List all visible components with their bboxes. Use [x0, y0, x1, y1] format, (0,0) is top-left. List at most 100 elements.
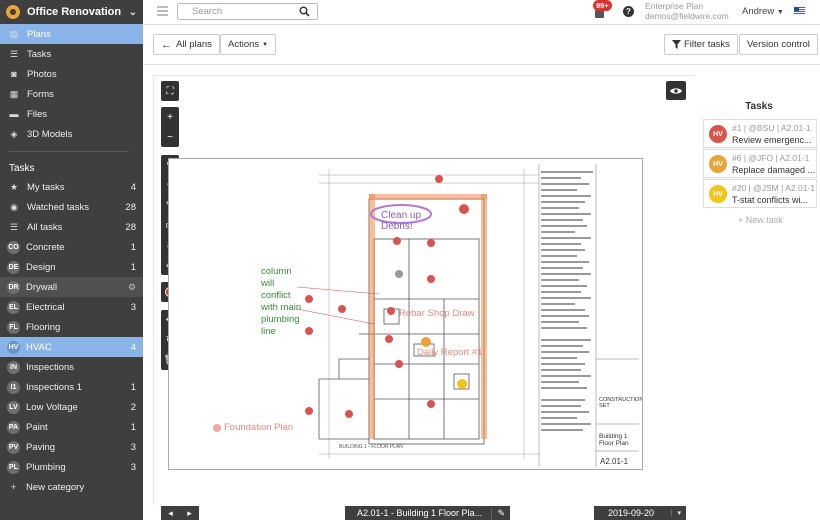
column-conflict-markup[interactable]: column will conflict with main plumbing line [261, 266, 301, 338]
category-electrical[interactable]: EL Electrical 3 [0, 297, 143, 317]
nav-item-tasks[interactable]: ☰ Tasks [0, 44, 143, 64]
filter-count: 4 [130, 181, 136, 193]
fullscreen-icon[interactable]: ⛶ [161, 81, 179, 101]
actions-button[interactable]: Actions ▼ [220, 34, 277, 55]
category-paving[interactable]: PV Paving 3 [0, 437, 143, 457]
version-control-label: Version control [747, 39, 810, 50]
nav-item-plans[interactable]: ▤ Plans [0, 24, 143, 44]
caret-down-icon: ▼ [262, 41, 269, 48]
sheet-selector[interactable]: A2.01-1 - Building 1 Floor Pla... ✎ [345, 506, 510, 520]
category-paint[interactable]: PA Paint 1 [0, 417, 143, 437]
plan-name: Enterprise Plan [645, 1, 704, 11]
plan-info: Enterprise Plan demos@fieldwire.com [645, 1, 729, 21]
category-badge: HV [7, 340, 20, 354]
arrow-left-icon: ← [161, 38, 172, 51]
project-selector[interactable]: Office Renovation ⌄ [0, 0, 143, 24]
category-plumbing[interactable]: PL Plumbing 3 [0, 457, 143, 477]
category-badge: IN [7, 360, 20, 374]
category-count: 2 [130, 401, 136, 413]
task-card[interactable]: HV #20 | @JSM | A2.01-1 T-stat conflicts w… [703, 179, 817, 208]
user-email: demos@fieldwire.com [645, 11, 729, 21]
all-plans-label: All plans [176, 39, 212, 50]
gear-icon[interactable]: ⚙ [128, 282, 136, 293]
category-count: 1 [130, 381, 136, 393]
new-category-button[interactable]: + New category [0, 477, 143, 497]
pencil-icon[interactable]: ✎ [491, 507, 505, 519]
notification-count: 99+ [593, 0, 612, 11]
cube-icon: ◈ [10, 128, 18, 139]
task-pin-icon: HV [709, 155, 727, 173]
search-input[interactable]: Search [177, 3, 318, 20]
task-card[interactable]: HV #6 | @JFO | A2.01-1 Replace damaged ... [703, 149, 817, 178]
category-label: Electrical [26, 301, 65, 313]
help-icon[interactable]: ? [623, 6, 634, 17]
task-name: Review emergenc... [732, 135, 812, 145]
category-design[interactable]: DE Design 1 [0, 257, 143, 277]
category-badge: PL [7, 460, 20, 474]
column-note-line: plumbing [261, 314, 300, 325]
previous-sheet-icon[interactable]: ◂ [168, 508, 173, 519]
foundation-plan-text: Foundation Plan [224, 422, 294, 433]
daily-report-link-markup[interactable]: Daily Report #1 [417, 347, 482, 358]
version-control-button[interactable]: Version control [739, 34, 818, 55]
category-flooring[interactable]: FL Flooring [0, 317, 143, 337]
search-icon[interactable] [299, 6, 310, 17]
zoom-out-icon[interactable]: − [161, 127, 179, 147]
nav-item-forms[interactable]: ▦ Forms [0, 84, 143, 104]
sidebar: Office Renovation ⌄ ▤ Plans ☰ Tasks ◙ Photos ▦… [0, 0, 143, 520]
new-task-button[interactable]: + New task [738, 215, 783, 225]
filter-all-tasks[interactable]: ☰ All tasks 28 [0, 217, 143, 237]
hamburger-icon[interactable] [157, 6, 168, 16]
user-menu[interactable]: Andrew ▼ [742, 6, 784, 17]
plans-icon: ▤ [9, 28, 19, 39]
us-flag-icon[interactable] [794, 7, 805, 15]
category-low-voltage[interactable]: LV Low Voltage 2 [0, 397, 143, 417]
actions-label: Actions [228, 39, 260, 50]
sheet-selector-label: A2.01-1 - Building 1 Floor Pla... [357, 508, 483, 518]
column-note-line: with main [261, 302, 302, 313]
all-plans-button[interactable]: ← All plans [153, 34, 220, 55]
category-badge: I1 [7, 380, 20, 394]
sidebar-divider [9, 151, 129, 152]
new-category-label: New category [26, 481, 85, 493]
zoom-in-icon[interactable]: + [161, 107, 179, 127]
rebar-link-markup[interactable]: Rebar Shop Draw [399, 308, 475, 319]
clean-up-markup[interactable]: Clean up Debris! [381, 210, 421, 232]
sheet-title-label: Building 1 Floor Plan [599, 433, 629, 447]
eye-icon [670, 87, 682, 94]
filter-my-tasks[interactable]: ★ My tasks 4 [0, 177, 143, 197]
task-card[interactable]: HV #1 | @BSU | A2.01-1 Review emergenc... [703, 119, 817, 148]
category-drywall[interactable]: DR Drywall ⚙ [0, 277, 143, 297]
rebar-link-text: Rebar Shop Draw [399, 308, 475, 319]
category-badge: CO [7, 240, 20, 254]
filter-watched-tasks[interactable]: ◉ Watched tasks 28 [0, 197, 143, 217]
filter-tasks-button[interactable]: Filter tasks [664, 34, 738, 55]
foundation-plan-link[interactable]: Foundation Plan [224, 422, 293, 433]
category-label: Drywall [26, 281, 58, 293]
caret-down-icon[interactable]: ▾ [671, 509, 681, 517]
plan-sheet[interactable]: Clean up Debris! column will conflict with … [168, 158, 643, 470]
category-inspections[interactable]: IN Inspections [0, 357, 143, 377]
nav-item-label: Plans [27, 28, 51, 40]
category-inspections-1[interactable]: I1 Inspections 1 1 [0, 377, 143, 397]
column-note-line: line [261, 326, 276, 337]
filter-label: Watched tasks [27, 201, 89, 213]
visibility-toggle-button[interactable] [666, 81, 686, 100]
filter-count: 28 [125, 201, 136, 213]
nav-item-3d-models[interactable]: ◈ 3D Models [0, 124, 143, 144]
category-concrete[interactable]: CO Concrete 1 [0, 237, 143, 257]
category-badge: PV [7, 440, 20, 454]
category-label: HVAC [26, 341, 52, 353]
category-label: Flooring [26, 321, 61, 333]
chevron-down-icon[interactable]: ⌄ [129, 7, 137, 18]
category-label: Paint [26, 421, 48, 433]
nav-item-photos[interactable]: ◙ Photos [0, 64, 143, 84]
nav-item-files[interactable]: ▬ Files [0, 104, 143, 124]
notifications-button[interactable]: 99+ [593, 0, 612, 18]
next-sheet-icon[interactable]: ▸ [187, 508, 192, 519]
category-hvac[interactable]: HV HVAC 4 [0, 337, 143, 357]
toolbar-divider [143, 64, 820, 65]
version-date-selector[interactable]: 2019-09-20 ▾ [594, 506, 686, 520]
category-badge: DE [7, 260, 20, 274]
category-label: Inspections 1 [26, 381, 82, 393]
